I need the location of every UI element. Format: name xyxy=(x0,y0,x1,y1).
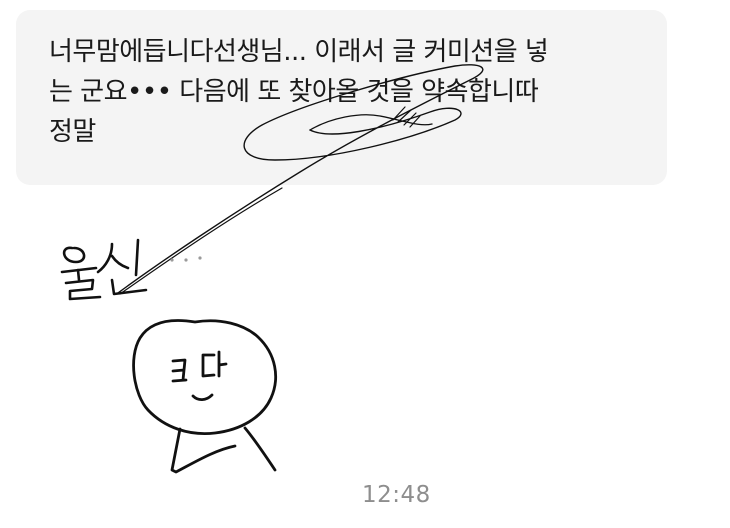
message-bubble[interactable]: 너무맘에듭니다선생님... 이래서 글 커미션을 넣 는 군요••• 다음에 또… xyxy=(16,10,667,185)
message-line-3: 정말 xyxy=(49,117,96,147)
handwritten-word xyxy=(60,238,148,301)
message-line-1: 너무맘에듭니다선생님... 이래서 글 커미션을 넣 xyxy=(49,37,549,67)
scribble-diagonal xyxy=(119,187,283,295)
right-eye xyxy=(201,350,228,378)
timestamp: 12:48 xyxy=(362,482,431,508)
message-line-2: 는 군요••• 다음에 또 찾아올 것을 약속합니따 xyxy=(49,77,539,107)
message-text: 너무맘에듭니다선생님... 이래서 글 커미션을 넣 는 군요••• 다음에 또… xyxy=(49,32,643,152)
face-outline xyxy=(132,319,278,435)
body xyxy=(170,426,277,474)
face-doodle xyxy=(132,319,278,474)
trailing-dots xyxy=(170,256,202,262)
left-eye xyxy=(171,358,188,383)
mouth xyxy=(191,393,214,402)
